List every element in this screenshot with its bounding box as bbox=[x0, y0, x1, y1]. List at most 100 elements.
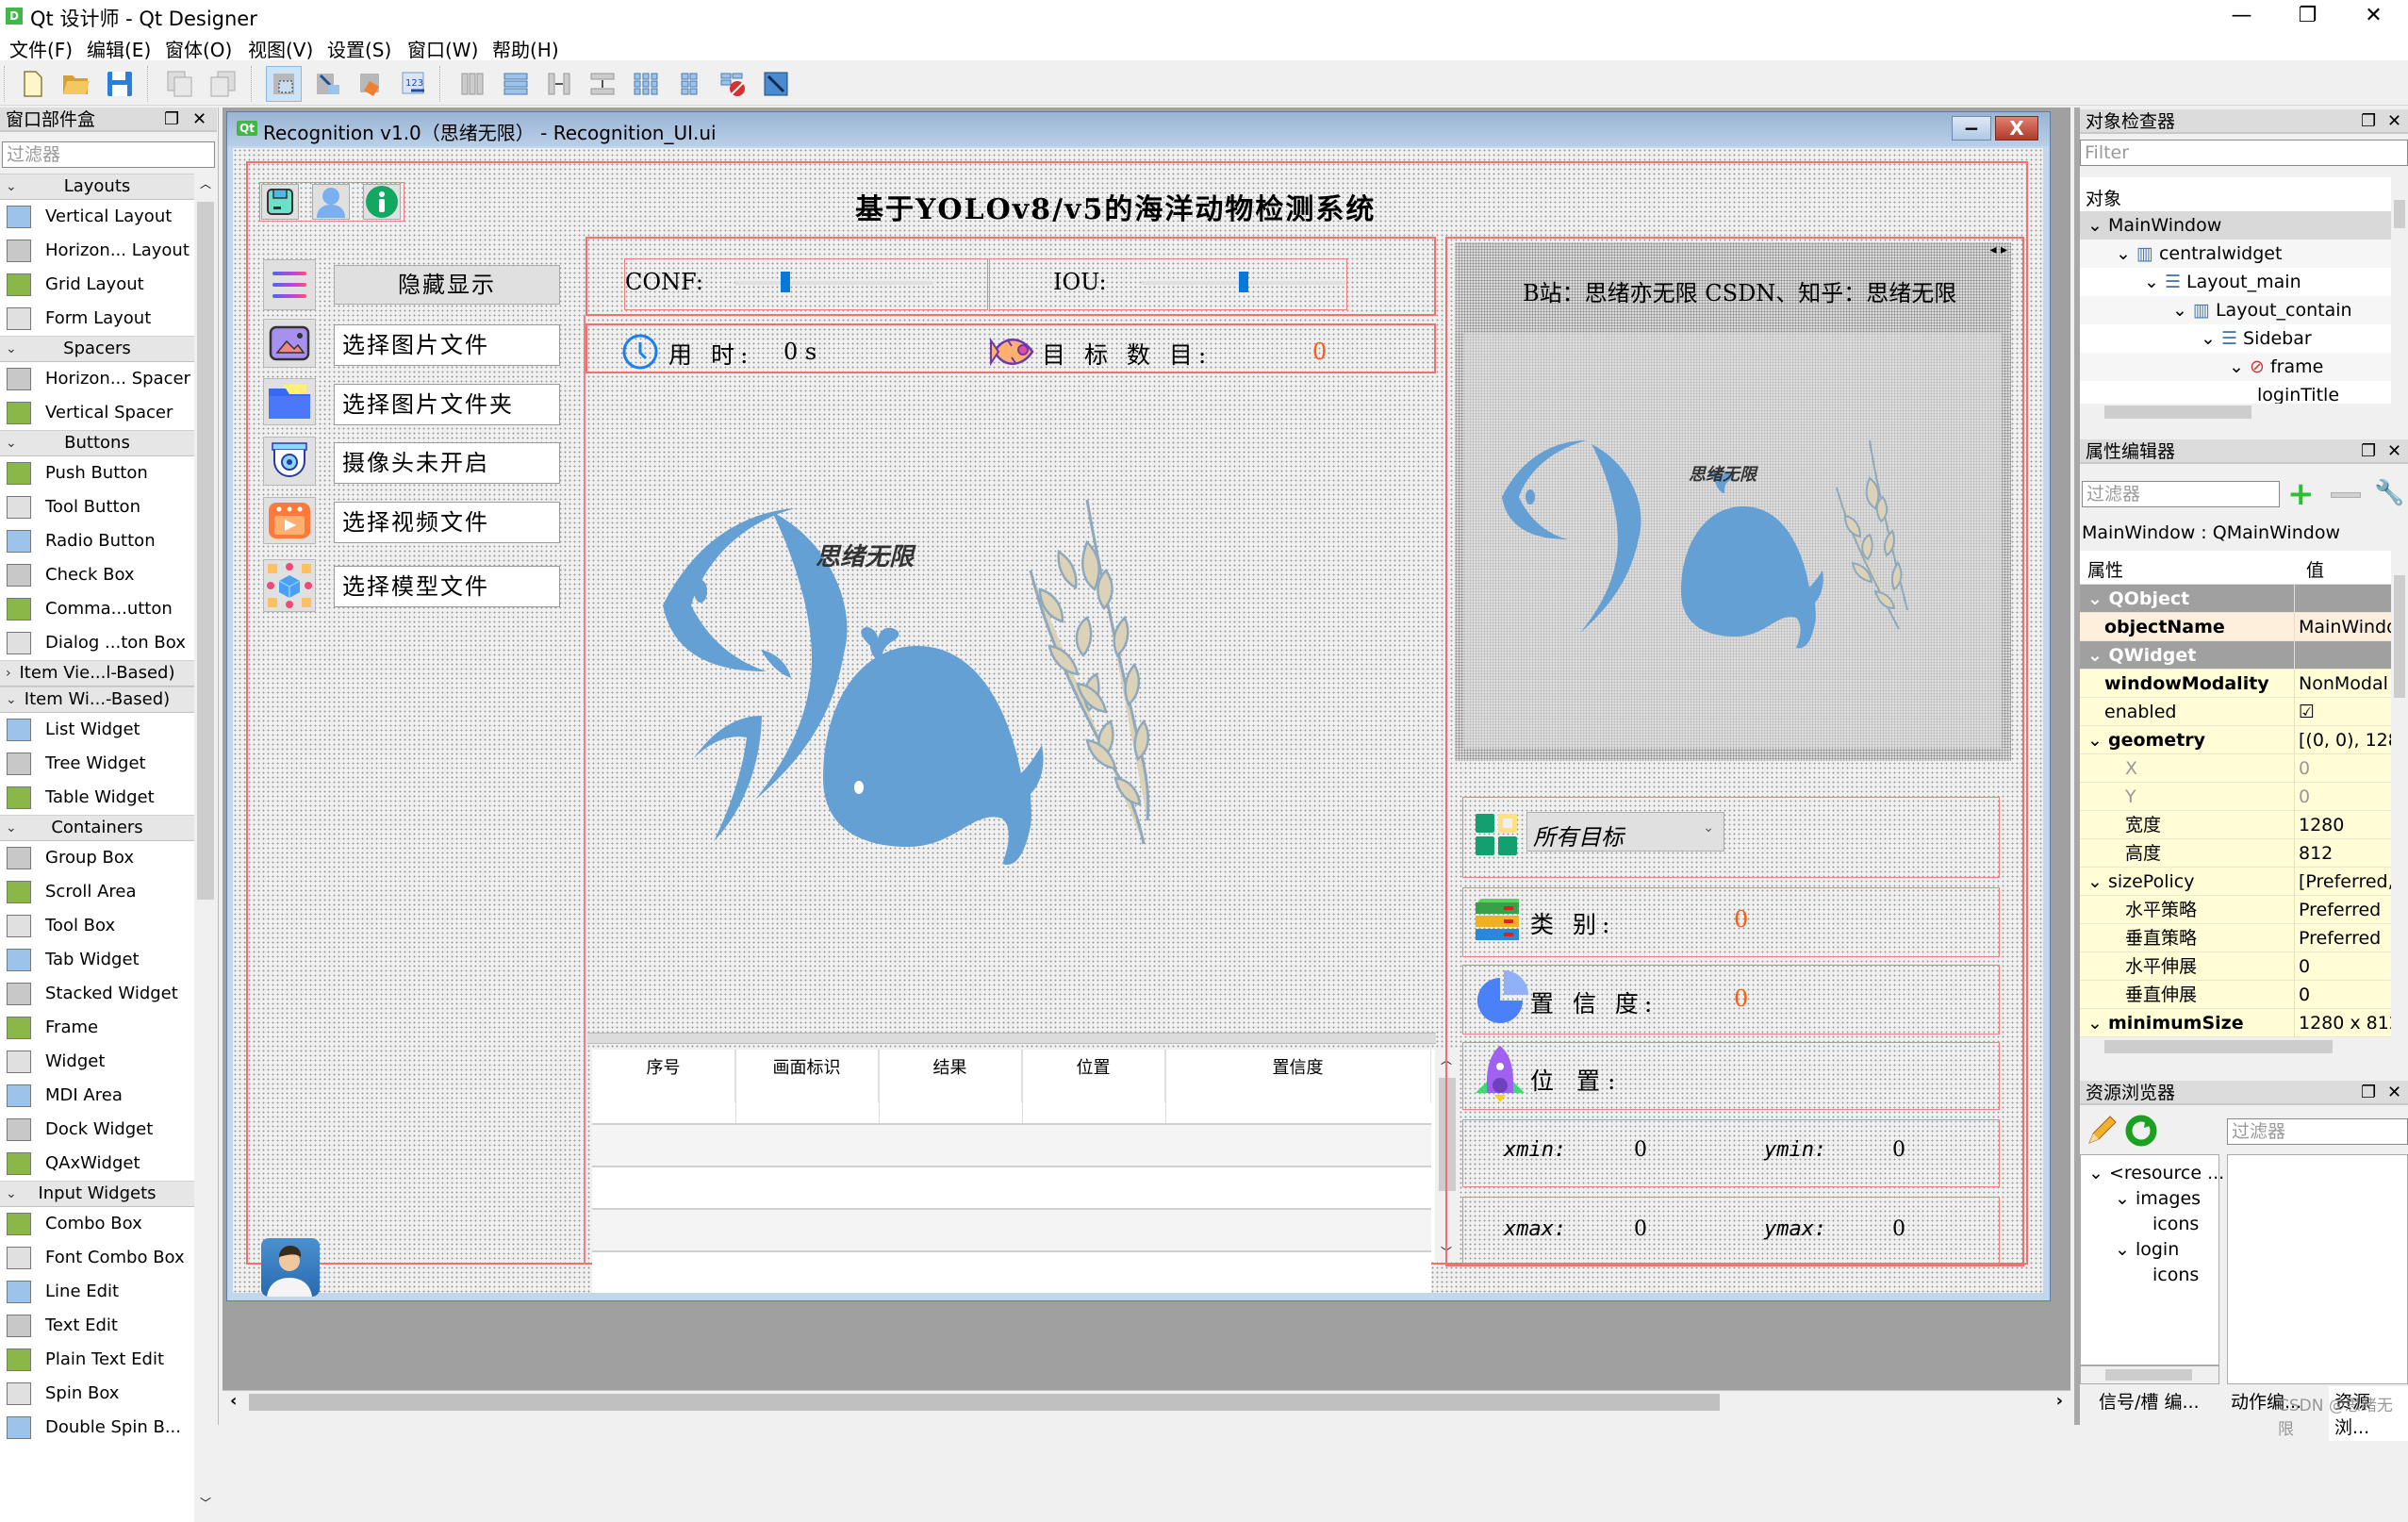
chevron-down-icon[interactable]: ⌄ bbox=[2087, 215, 2108, 236]
layout-h-splitter-button[interactable] bbox=[541, 66, 577, 102]
chevron-down-icon[interactable]: ⌄ bbox=[2087, 730, 2108, 751]
property-row[interactable]: 水平策略 Preferred bbox=[2080, 896, 2391, 924]
menu-form[interactable]: 窗体(O) bbox=[165, 35, 232, 62]
widget-box-filter[interactable]: 过滤器 bbox=[2, 141, 215, 168]
chevron-down-icon[interactable]: ⌄ bbox=[6, 431, 17, 455]
scroll-right-icon[interactable]: › bbox=[2056, 1391, 2063, 1411]
resource-tree-item[interactable]: ⌄ images bbox=[2115, 1184, 2201, 1213]
scroll-up-icon[interactable]: ︿ bbox=[200, 175, 211, 191]
property-value[interactable]: MainWindo bbox=[2299, 613, 2391, 641]
property-value[interactable]: 0 bbox=[2299, 981, 2391, 1009]
adjust-size-button[interactable] bbox=[758, 66, 794, 102]
property-value[interactable]: 0 bbox=[2299, 783, 2391, 811]
resource-tree-item[interactable]: icons bbox=[2152, 1210, 2199, 1238]
widget-item[interactable]: Frame bbox=[0, 1011, 194, 1045]
menu-view[interactable]: 视图(V) bbox=[248, 35, 313, 62]
property-value[interactable]: [Preferred, P bbox=[2299, 868, 2391, 896]
scrollbar-thumb[interactable] bbox=[2394, 200, 2405, 228]
chevron-down-icon[interactable]: ⌄ bbox=[2088, 1163, 2109, 1183]
table-row[interactable] bbox=[592, 1166, 1431, 1208]
conf-slider-track[interactable] bbox=[735, 281, 933, 285]
object-tree-item[interactable]: ⌄ ▥ Layout_contain bbox=[2080, 296, 2391, 324]
resource-filter-input[interactable]: 过滤器 bbox=[2227, 1118, 2408, 1145]
scrollbar-thumb[interactable] bbox=[2104, 1040, 2333, 1053]
form-minimize-button[interactable]: − bbox=[1952, 116, 1991, 141]
layout-grid-button[interactable] bbox=[628, 66, 664, 102]
reload-resources-button[interactable] bbox=[2125, 1115, 2157, 1150]
edit-resources-button[interactable] bbox=[2086, 1115, 2118, 1150]
user-button[interactable] bbox=[312, 184, 350, 220]
widget-item[interactable]: Horizon... Spacer bbox=[0, 362, 194, 396]
edit-tab-order-button[interactable]: 123 bbox=[396, 66, 432, 102]
property-value[interactable]: 1280 bbox=[2299, 811, 2391, 839]
widget-item[interactable]: Combo Box bbox=[0, 1207, 194, 1241]
chevron-down-icon[interactable]: ⌄ bbox=[6, 337, 17, 361]
resource-tree-item[interactable]: ⌄ <resource ... bbox=[2088, 1159, 2224, 1187]
widget-item[interactable]: Tool Button bbox=[0, 490, 194, 524]
property-row[interactable]: ⌄ QObject bbox=[2080, 585, 2391, 613]
new-file-button[interactable] bbox=[15, 66, 51, 102]
menu-file[interactable]: 文件(F) bbox=[9, 35, 73, 62]
property-row[interactable]: 垂直伸展 0 bbox=[2080, 981, 2391, 1009]
property-value[interactable]: 0 bbox=[2299, 952, 2391, 981]
bring-to-front-button[interactable] bbox=[206, 66, 241, 102]
minimize-button[interactable]: — bbox=[2206, 0, 2277, 34]
chevron-down-icon[interactable]: ⌄ bbox=[2116, 243, 2136, 264]
widget-category[interactable]: ⌄ Layouts bbox=[0, 174, 194, 200]
chevron-down-icon[interactable]: ⌄ bbox=[2087, 588, 2109, 609]
table-column-header[interactable]: 画面标识 bbox=[735, 1050, 879, 1102]
close-icon[interactable]: ✕ bbox=[2387, 1081, 2401, 1105]
chevron-down-icon[interactable]: ⌄ bbox=[6, 174, 17, 199]
table-column-header[interactable]: 置信度 bbox=[1165, 1050, 1431, 1102]
widget-item[interactable]: Spin Box bbox=[0, 1377, 194, 1411]
chevron-down-icon[interactable]: ⌄ bbox=[2115, 1239, 2136, 1260]
widget-item[interactable]: Group Box bbox=[0, 841, 194, 875]
property-value[interactable]: ☑ bbox=[2299, 698, 2391, 726]
property-value[interactable]: NonModal bbox=[2299, 670, 2391, 698]
float-icon[interactable]: ❐ bbox=[2361, 1081, 2376, 1105]
select-folder-icon-button[interactable] bbox=[263, 378, 316, 425]
widget-category[interactable]: ⌄ Buttons bbox=[0, 430, 194, 456]
widget-category[interactable]: ⌄ Item Wi...-Based) bbox=[0, 687, 194, 713]
property-row[interactable]: enabled ☑ bbox=[2080, 698, 2391, 726]
property-value[interactable]: Preferred bbox=[2299, 924, 2391, 952]
chevron-down-icon[interactable]: ⌄ bbox=[6, 816, 17, 840]
widget-item[interactable]: Plain Text Edit bbox=[0, 1343, 194, 1377]
menu-edit[interactable]: 编辑(E) bbox=[87, 35, 151, 62]
object-tree-item[interactable]: ⌄ ▥ centralwidget bbox=[2080, 240, 2391, 268]
restore-button[interactable]: ❐ bbox=[2272, 0, 2343, 34]
property-row[interactable]: 高度 812 bbox=[2080, 839, 2391, 868]
widget-item[interactable]: Table Widget bbox=[0, 781, 194, 815]
widget-category[interactable]: ⌄ Spacers bbox=[0, 336, 194, 362]
menu-window[interactable]: 窗口(W) bbox=[407, 35, 478, 62]
widget-item[interactable]: Horizon... Layout bbox=[0, 234, 194, 268]
info-button[interactable] bbox=[363, 184, 401, 220]
iou-slider-handle[interactable] bbox=[1239, 272, 1248, 292]
select-folder-button[interactable]: 选择图片文件夹 bbox=[334, 384, 560, 425]
splitter-handle[interactable] bbox=[587, 1033, 1436, 1044]
resource-tree-item[interactable]: ⌄ login bbox=[2115, 1235, 2179, 1264]
send-to-back-button[interactable] bbox=[162, 66, 198, 102]
widget-item[interactable]: MDI Area bbox=[0, 1079, 194, 1113]
widget-item[interactable]: Text Edit bbox=[0, 1309, 194, 1343]
widget-item[interactable]: Grid Layout bbox=[0, 268, 194, 302]
widget-item[interactable]: Check Box bbox=[0, 558, 194, 592]
add-property-icon[interactable]: + bbox=[2287, 475, 2315, 513]
property-scrollbar[interactable] bbox=[2391, 551, 2408, 1037]
widget-item[interactable]: Widget bbox=[0, 1045, 194, 1079]
select-image-icon-button[interactable] bbox=[263, 319, 316, 368]
close-button[interactable]: ✕ bbox=[2338, 0, 2408, 34]
widget-item[interactable]: Vertical Spacer bbox=[0, 396, 194, 430]
chevron-down-icon[interactable]: ⌄ bbox=[2115, 1188, 2136, 1209]
scrollbar-thumb[interactable] bbox=[249, 1394, 1720, 1411]
save-button[interactable] bbox=[261, 184, 299, 220]
property-value[interactable]: 0 bbox=[2299, 754, 2391, 783]
table-row[interactable] bbox=[592, 1250, 1431, 1293]
widget-item[interactable]: Form Layout bbox=[0, 302, 194, 336]
table-column-header[interactable]: 序号 bbox=[592, 1050, 735, 1102]
stack-prev-next-icon[interactable]: ◂ ▸ bbox=[1989, 242, 2007, 257]
widget-category[interactable]: ⌄ Input Widgets bbox=[0, 1181, 194, 1207]
select-video-icon-button[interactable] bbox=[263, 497, 316, 544]
widget-item[interactable]: Tool Box bbox=[0, 909, 194, 943]
widget-item[interactable]: Stacked Widget bbox=[0, 977, 194, 1011]
